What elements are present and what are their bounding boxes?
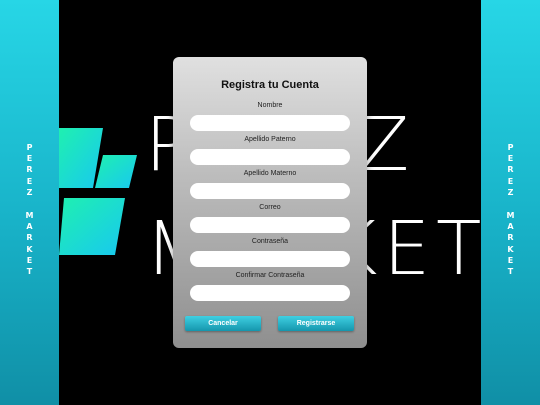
brand-letter: Z	[507, 187, 514, 197]
contrasena-input[interactable]	[190, 251, 350, 267]
brand-letter: M	[506, 211, 515, 221]
brand-letter: R	[26, 165, 33, 175]
brand-letter: E	[507, 176, 514, 186]
confirmar-contrasena-input[interactable]	[190, 285, 350, 301]
brand-letter: M	[25, 211, 34, 221]
correo-label: Correo	[259, 204, 281, 211]
brand-letter: E	[26, 176, 33, 186]
brand-letter: Z	[26, 187, 33, 197]
brand-letter: E	[507, 255, 514, 265]
brand-letter: K	[26, 244, 33, 254]
nombre-label: Nombre	[257, 102, 283, 109]
brand-letter: T	[507, 267, 514, 277]
brand-letter: T	[26, 267, 33, 277]
apellido-materno-input[interactable]	[190, 183, 350, 199]
brand-letter: E	[26, 154, 33, 164]
contrasena-label: Contraseña	[251, 238, 289, 245]
brand-letter: A	[507, 222, 514, 232]
brand-letter: A	[26, 222, 33, 232]
apellido-paterno-label: Apellido Paterno	[244, 136, 296, 143]
cancel-button[interactable]: Cancelar	[185, 316, 261, 331]
brand-letter: R	[507, 165, 514, 175]
right-brand-panel: P E R E Z M A R K E T	[481, 0, 540, 405]
brand-letter: K	[507, 244, 514, 254]
register-form-card: Registra tu Cuenta Nombre Apellido Pater…	[173, 57, 367, 348]
brand-letter: P	[26, 143, 33, 152]
brand-letter: P	[507, 143, 514, 152]
nombre-input[interactable]	[190, 115, 350, 131]
form-title: Registra tu Cuenta	[221, 79, 319, 91]
brand-letter: E	[507, 154, 514, 164]
correo-input[interactable]	[190, 217, 350, 233]
confirmar-contrasena-label: Confirmar Contraseña	[235, 272, 305, 279]
apellido-materno-label: Apellido Materno	[243, 170, 297, 177]
register-button[interactable]: Registrarse	[278, 316, 354, 331]
brand-letter: R	[26, 233, 33, 243]
left-brand-panel: P E R E Z M A R K E T	[0, 0, 59, 405]
apellido-paterno-input[interactable]	[190, 149, 350, 165]
brand-letter: R	[507, 233, 514, 243]
vertical-brand-text-right: P E R E Z M A R K E T	[481, 142, 540, 277]
brand-letter: E	[26, 255, 33, 265]
vertical-brand-text-left: P E R E Z M A R K E T	[0, 142, 59, 277]
